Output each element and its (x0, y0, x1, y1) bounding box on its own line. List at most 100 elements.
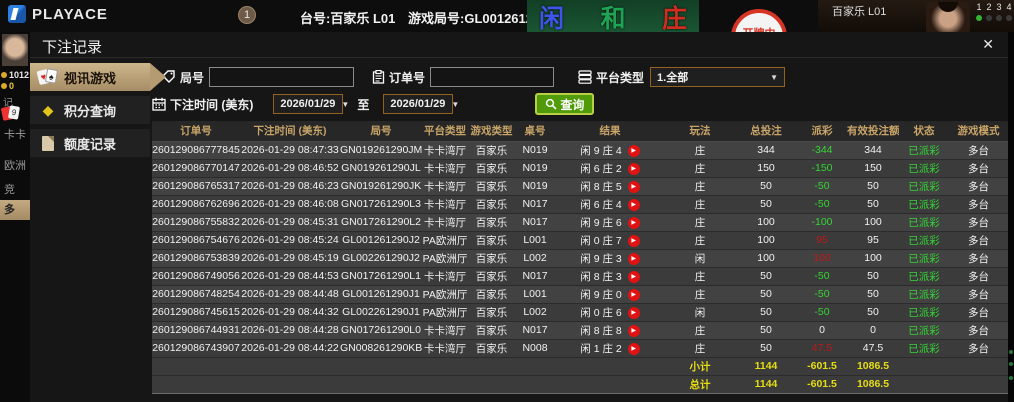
cell-payout: -100 (797, 213, 847, 232)
game-topbar: PLAYACE 1 台号:百家乐 L01 游戏局号:GL001261290J5 … (0, 0, 1014, 32)
diamond-icon: ◆ (42, 101, 54, 118)
platform-select[interactable]: 1.全部 ▼ (650, 67, 786, 87)
round-input[interactable] (209, 67, 355, 87)
menu-item-points-query[interactable]: ◆ 积分查询 (30, 96, 150, 124)
cell-empty (949, 357, 1008, 376)
cell-payout: 0 (797, 321, 847, 340)
cell-status: 已派彩 (899, 141, 949, 160)
cell-round: GN019261290JM (340, 141, 422, 160)
replay-icon[interactable]: ▶ (627, 288, 640, 301)
replay-icon[interactable]: ▶ (627, 144, 640, 157)
cell-play-type: 庄 (665, 285, 735, 304)
replay-icon[interactable]: ▶ (627, 252, 640, 265)
cell-total-bet: 100 (735, 213, 797, 232)
cell-round: GL001261290J2 (340, 231, 422, 250)
order-input[interactable] (430, 67, 555, 87)
grand-total-row-valid-bet: 1086.5 (847, 375, 899, 394)
cell-order: 260129086754676 (152, 231, 240, 250)
cell-status: 已派彩 (899, 267, 949, 286)
cell-total-bet: 50 (735, 195, 797, 214)
cell-payout: 47.5 (797, 339, 847, 358)
table-row: 260129086745615 2026-01-29 08:44:32 GL0022… (152, 303, 1008, 322)
seat-number[interactable]: 4 (1006, 2, 1012, 12)
cell-mode: 多台 (949, 303, 1008, 322)
cell-valid-bet: 47.5 (847, 339, 899, 358)
cell-play-type: 闲 (665, 249, 735, 268)
replay-icon[interactable]: ▶ (627, 180, 640, 193)
seat-selector: 1 2 3 4 (976, 2, 1012, 21)
seat-number[interactable]: 2 (986, 2, 992, 12)
game-tab-europe[interactable]: 欧洲 (0, 156, 30, 176)
cell-order: 260129086755832 (152, 213, 240, 232)
cell-game-type: 百家乐 (468, 159, 515, 178)
date-to-picker[interactable]: 2026/01/29 ▼ (383, 94, 459, 114)
replay-icon[interactable]: ▶ (627, 162, 640, 175)
cell-play-type: 庄 (665, 141, 735, 160)
cell-status: 已派彩 (899, 303, 949, 322)
game-tab-multi[interactable]: 多 (0, 200, 30, 220)
cell-valid-bet: 50 (847, 303, 899, 322)
cell-result: 闲 1 庄 2 ▶ (555, 339, 665, 358)
cell-status: 已派彩 (899, 159, 949, 178)
platform-filter-label: 平台类型 (596, 70, 645, 85)
cell-time: 2026-01-29 08:46:52 (240, 159, 340, 178)
cell-result: 闲 9 庄 4 ▶ (555, 141, 665, 160)
menu-item-video-games[interactable]: ♥ ♠ 视讯游戏 (30, 63, 166, 91)
table-row: 260129086770147 2026-01-29 08:46:52 GN0192… (152, 159, 1008, 178)
replay-icon[interactable]: ▶ (627, 270, 640, 283)
cell-mode: 多台 (949, 195, 1008, 214)
chevron-down-icon: ▼ (451, 99, 460, 109)
search-icon (546, 98, 557, 110)
cell-mode: 多台 (949, 321, 1008, 340)
cell-total-bet: 50 (735, 177, 797, 196)
seat-number[interactable]: 1 (976, 2, 982, 12)
search-button[interactable]: 查询 (535, 93, 595, 115)
cell-table: N008 (515, 339, 555, 358)
cell-status: 已派彩 (899, 231, 949, 250)
result-text: 闲 9 庄 0 (580, 288, 622, 301)
video-table-title: 百家乐 L01 (832, 6, 887, 18)
cell-empty (340, 375, 422, 394)
replay-icon[interactable]: ▶ (627, 342, 640, 355)
cell-empty (240, 375, 340, 394)
cell-result: 闲 0 庄 7 ▶ (555, 231, 665, 250)
replay-icon[interactable]: ▶ (627, 324, 640, 337)
bet-spot-player[interactable]: 闲 (539, 0, 564, 32)
cell-result: 闲 8 庄 3 ▶ (555, 267, 665, 286)
header-status: 状态 (899, 121, 949, 142)
header-platform: 平台类型 (422, 121, 468, 142)
menu-item-credit-records[interactable]: 额度记录 (30, 129, 150, 157)
cell-platform: 卡卡湾厅 (422, 177, 468, 196)
bet-spot-banker[interactable]: 庄 (662, 0, 687, 32)
game-tab-jing[interactable]: 竞 (0, 180, 30, 200)
header-valid-bet: 有效投注额 (847, 121, 899, 142)
replay-icon[interactable]: ▶ (627, 216, 640, 229)
header-table: 桌号 (515, 121, 555, 142)
replay-icon[interactable]: ▶ (627, 306, 640, 319)
cell-mode: 多台 (949, 267, 1008, 286)
replay-icon[interactable]: ▶ (627, 198, 640, 211)
cell-status: 已派彩 (899, 177, 949, 196)
cell-valid-bet: 150 (847, 159, 899, 178)
seat-dot-active (976, 15, 982, 21)
cell-mode: 多台 (949, 339, 1008, 358)
bet-spot-tie[interactable]: 和 (600, 0, 625, 32)
date-from-picker[interactable]: 2026/01/29 ▼ (273, 94, 349, 114)
table-row: 260129086754676 2026-01-29 08:45:24 GL0012… (152, 231, 1008, 250)
cards-icon: ♥ ♠ (36, 68, 59, 86)
seat-number[interactable]: 3 (996, 2, 1002, 12)
cell-time: 2026-01-29 08:44:32 (240, 303, 340, 322)
cell-payout: -50 (797, 177, 847, 196)
replay-icon[interactable]: ▶ (627, 234, 640, 247)
live-video-panel: 百家乐 L01 1 2 3 4 (818, 0, 1014, 32)
close-icon[interactable]: ✕ (982, 36, 994, 53)
game-tab-kaka[interactable]: 卡卡 (0, 125, 30, 145)
result-text: 闲 0 庄 6 (580, 306, 622, 319)
cell-empty (152, 357, 240, 376)
cell-play-type: 庄 (665, 267, 735, 286)
header-round: 局号 (340, 121, 422, 142)
chevron-down-icon: ▼ (770, 72, 779, 82)
seat-dot (986, 15, 992, 21)
platform-icon (578, 70, 592, 84)
result-text: 闲 9 庄 6 (580, 216, 622, 229)
